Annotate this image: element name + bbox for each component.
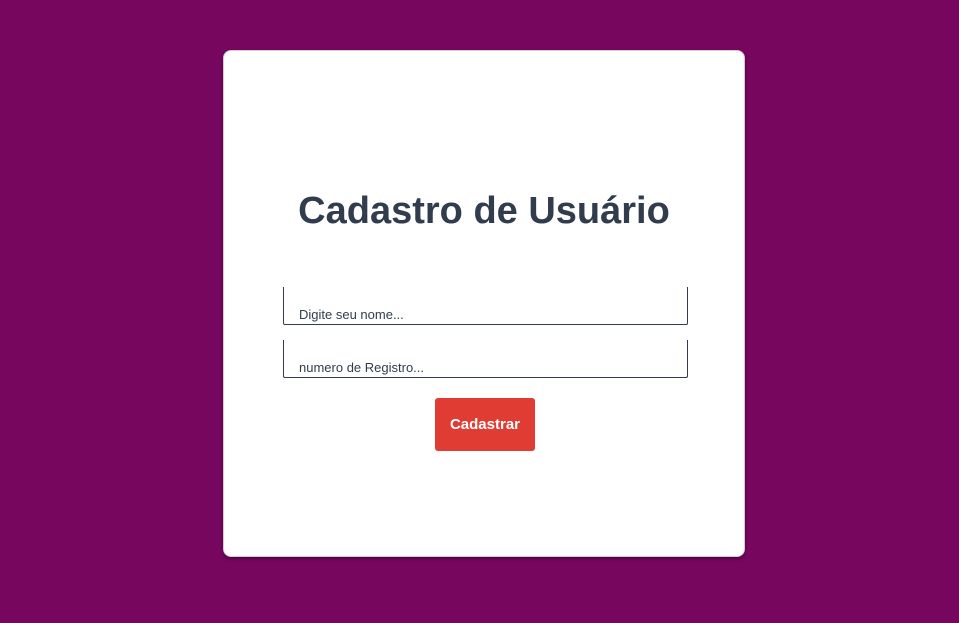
- name-input[interactable]: [283, 287, 688, 325]
- form-title: Cadastro de Usuário: [298, 190, 670, 232]
- cadastrar-button[interactable]: Cadastrar: [435, 398, 535, 451]
- page-background: { "form": { "title": "Cadastro de Usuári…: [0, 0, 959, 623]
- registration-card: Cadastro de Usuário Cadastrar: [223, 50, 745, 557]
- registro-input[interactable]: [283, 340, 688, 378]
